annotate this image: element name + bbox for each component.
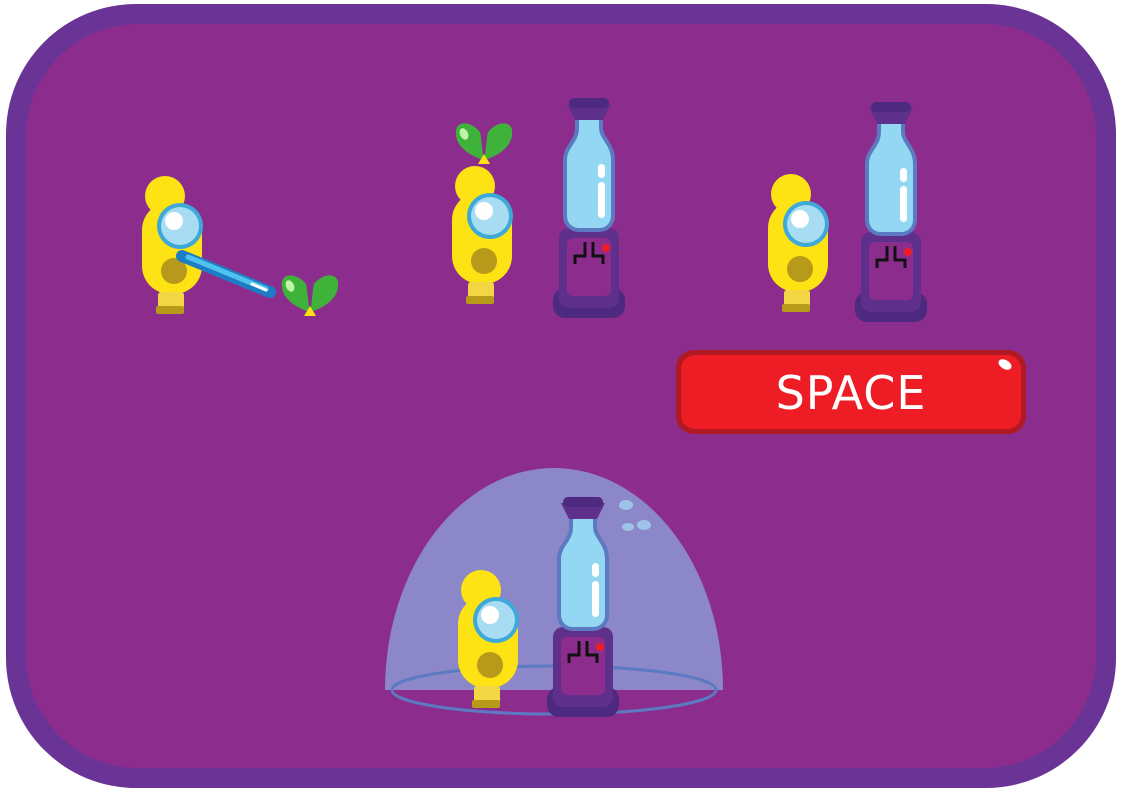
space-key-button[interactable]: SPACE <box>676 350 1026 434</box>
character-icon <box>768 174 829 312</box>
bubble-icon <box>619 500 633 510</box>
character-icon <box>452 166 513 304</box>
step-3-group <box>768 100 929 324</box>
bubble-icon <box>622 523 634 531</box>
step-4-group <box>385 468 723 719</box>
character-icon <box>142 176 203 314</box>
plant-sprout-icon <box>455 123 513 164</box>
plant-sprout-icon <box>281 275 339 316</box>
water-machine-icon <box>551 96 627 320</box>
step-2-group <box>452 96 627 320</box>
bubble-icon <box>637 520 651 530</box>
space-key-face: SPACE <box>681 355 1021 429</box>
step-1-group <box>142 176 339 316</box>
space-key-label: SPACE <box>775 366 927 420</box>
water-machine-icon <box>853 100 929 324</box>
